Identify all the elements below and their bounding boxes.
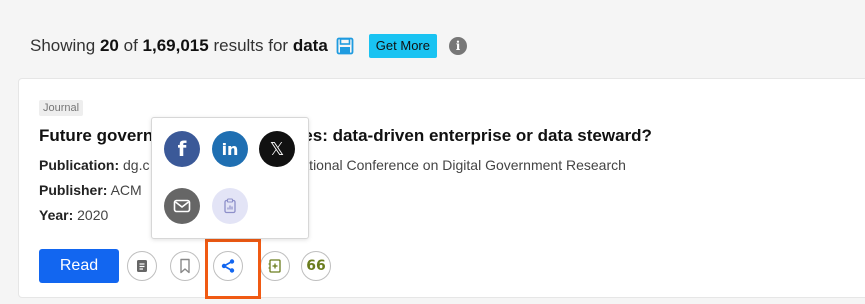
linkedin-icon: in xyxy=(221,139,239,159)
publisher-line: Publisher: ACM xyxy=(39,182,142,198)
abstract-button[interactable] xyxy=(127,251,157,281)
facebook-share-button[interactable]: f xyxy=(164,131,200,167)
year-label: Year: xyxy=(39,207,74,223)
cite-button[interactable]: 66 xyxy=(301,251,331,281)
result-total: 1,69,015 xyxy=(142,36,209,55)
year-line: Year: 2020 xyxy=(39,207,108,223)
add-to-list-button[interactable] xyxy=(260,251,290,281)
publisher-label: Publisher: xyxy=(39,182,108,198)
info-icon[interactable]: i xyxy=(448,37,467,55)
facebook-icon: f xyxy=(177,137,187,161)
save-icon[interactable] xyxy=(336,37,354,55)
add-to-list-icon xyxy=(268,259,281,273)
showing-text: Showing xyxy=(30,36,96,55)
search-query: data xyxy=(292,36,328,55)
x-share-button[interactable]: 𝕏 xyxy=(259,131,295,167)
clipboard-icon xyxy=(224,198,236,214)
linkedin-share-button[interactable]: in xyxy=(212,131,248,167)
result-card: Journal Future govern es: data-driven ent… xyxy=(18,78,865,298)
bookmark-button[interactable] xyxy=(170,251,200,281)
publication-label: Publication: xyxy=(39,157,120,173)
publication-value-start: dg.c xyxy=(123,157,150,173)
email-share-button[interactable] xyxy=(164,188,200,224)
share-button-highlight xyxy=(205,239,261,299)
of-text: of xyxy=(123,36,138,55)
year-value: 2020 xyxy=(77,207,109,223)
results-summary: Showing 20 of 1,69,015 results for data … xyxy=(30,33,467,59)
x-icon: 𝕏 xyxy=(269,138,285,160)
document-icon xyxy=(137,260,147,272)
publisher-value: ACM xyxy=(110,182,142,198)
share-popup: f in 𝕏 xyxy=(151,117,309,239)
publication-line: Publication: dg.c nternational Conference… xyxy=(39,157,626,173)
get-more-button[interactable]: Get More xyxy=(368,34,437,58)
bookmark-icon xyxy=(180,258,190,274)
copy-link-button[interactable] xyxy=(212,188,248,224)
title-end[interactable]: es: data-driven enterprise or data stewa… xyxy=(303,126,652,145)
results-for-text: results for xyxy=(213,36,289,55)
quote-icon: 66 xyxy=(306,258,326,274)
email-icon xyxy=(173,199,191,213)
publication-value-end: nternational Conference on Digital Gover… xyxy=(269,157,626,173)
read-button[interactable]: Read xyxy=(39,249,119,283)
result-title[interactable]: Future govern es: data-driven enterprise … xyxy=(39,126,652,146)
type-badge: Journal xyxy=(39,100,84,116)
title-start[interactable]: Future govern xyxy=(39,126,153,145)
result-count: 20 xyxy=(99,36,119,55)
